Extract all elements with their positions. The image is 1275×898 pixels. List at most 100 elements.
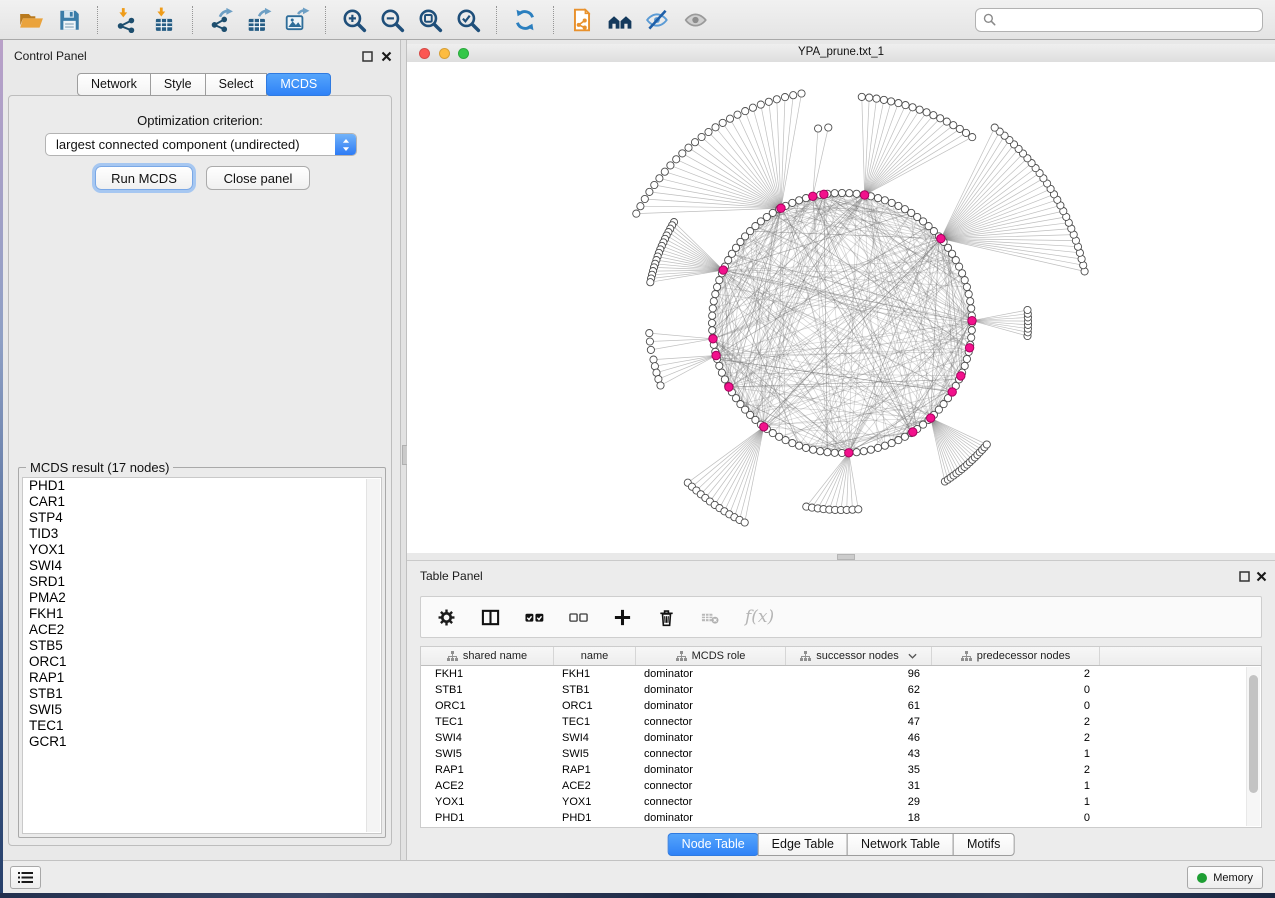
table-cell[interactable]: 2 (932, 716, 1100, 728)
graph-satellite-node[interactable] (858, 93, 865, 100)
run-mcds-button[interactable]: Run MCDS (95, 166, 193, 190)
graph-mcds-hub-node[interactable] (760, 423, 768, 431)
table-cell[interactable]: 29 (786, 796, 932, 808)
graph-satellite-node[interactable] (734, 111, 741, 118)
zoom-out-button[interactable] (374, 4, 410, 36)
graph-satellite-node[interactable] (943, 118, 950, 125)
mcds-result-item[interactable]: STB5 (23, 638, 381, 654)
mcds-result-item[interactable]: GCR1 (23, 734, 381, 750)
graph-node[interactable] (956, 263, 963, 270)
zoom-in-button[interactable] (336, 4, 372, 36)
graph-mcds-hub-node[interactable] (937, 234, 945, 242)
graph-node[interactable] (881, 197, 888, 204)
graph-mcds-hub-node[interactable] (860, 191, 868, 199)
graph-mcds-hub-node[interactable] (927, 414, 935, 422)
graph-mcds-hub-node[interactable] (809, 192, 817, 200)
graph-node[interactable] (802, 444, 809, 451)
graph-node[interactable] (965, 291, 972, 298)
graph-node[interactable] (831, 190, 838, 197)
tab-network[interactable]: Network (77, 73, 151, 96)
save-session-button[interactable] (51, 4, 87, 36)
table-cell[interactable]: 1 (932, 780, 1100, 792)
table-cell[interactable]: dominator (636, 732, 786, 744)
graph-satellite-node[interactable] (673, 156, 680, 163)
graph-satellite-node[interactable] (646, 188, 653, 195)
graph-satellite-node[interactable] (657, 382, 664, 389)
graph-satellite-node[interactable] (888, 98, 895, 105)
graph-satellite-node[interactable] (742, 108, 749, 115)
close-panel-icon[interactable] (380, 50, 393, 63)
graph-node[interactable] (860, 448, 867, 455)
search-input[interactable] (1001, 12, 1255, 28)
table-row[interactable]: YOX1YOX1connector291 (421, 794, 1261, 810)
graph-satellite-node[interactable] (902, 102, 909, 109)
graph-satellite-node[interactable] (698, 133, 705, 140)
graph-node[interactable] (725, 257, 732, 264)
graph-mcds-hub-node[interactable] (968, 317, 976, 325)
table-cell[interactable]: FKH1 (421, 668, 554, 680)
horizontal-splitter[interactable] (407, 553, 1275, 560)
graph-node[interactable] (789, 440, 796, 447)
graph-node[interactable] (881, 442, 888, 449)
table-row[interactable]: SWI5SWI5connector431 (421, 746, 1261, 762)
mcds-result-item[interactable]: SRD1 (23, 574, 381, 590)
select-all-columns-icon[interactable] (525, 608, 544, 627)
hide-selected-icon[interactable] (640, 4, 676, 36)
graph-node[interactable] (895, 437, 902, 444)
first-neighbors-icon[interactable] (602, 4, 638, 36)
table-cell[interactable]: 62 (786, 684, 932, 696)
graph-node[interactable] (963, 355, 970, 362)
export-network-button[interactable] (203, 4, 239, 36)
column-header-MCDS-role[interactable]: MCDS role (636, 647, 786, 665)
import-network-button[interactable] (108, 4, 144, 36)
graph-mcds-hub-node[interactable] (965, 344, 973, 352)
graph-satellite-node[interactable] (685, 144, 692, 151)
export-image-button[interactable] (279, 4, 315, 36)
mcds-result-item[interactable]: ACE2 (23, 622, 381, 638)
mcds-result-item[interactable]: PHD1 (23, 478, 381, 494)
graph-satellite-node[interactable] (650, 356, 657, 363)
graph-node[interactable] (846, 190, 853, 197)
graph-mcds-hub-node[interactable] (909, 428, 917, 436)
graph-node[interactable] (721, 376, 728, 383)
graph-satellite-node[interactable] (726, 115, 733, 122)
table-cell[interactable]: connector (636, 716, 786, 728)
mcds-result-item[interactable]: ORC1 (23, 654, 381, 670)
tab-select[interactable]: Select (205, 73, 268, 96)
tab-edge-table[interactable]: Edge Table (758, 833, 848, 856)
graph-satellite-node[interactable] (825, 124, 832, 131)
graph-satellite-node[interactable] (646, 338, 653, 345)
graph-node[interactable] (963, 283, 970, 290)
table-cell[interactable]: connector (636, 796, 786, 808)
table-cell[interactable]: SWI5 (554, 748, 636, 760)
graph-satellite-node[interactable] (719, 119, 726, 126)
show-columns-icon[interactable] (481, 608, 500, 627)
table-row[interactable]: RAP1RAP1dominator352 (421, 762, 1261, 778)
graph-node[interactable] (959, 270, 966, 277)
table-settings-gear-icon[interactable] (437, 608, 456, 627)
graph-node[interactable] (853, 190, 860, 197)
graph-node[interactable] (853, 449, 860, 456)
table-scrollbar[interactable] (1246, 667, 1260, 826)
tab-motifs[interactable]: Motifs (953, 833, 1014, 856)
table-cell[interactable]: dominator (636, 700, 786, 712)
graph-satellite-node[interactable] (641, 195, 648, 202)
export-table-button[interactable] (241, 4, 277, 36)
table-row[interactable]: ORC1ORC1dominator610 (421, 698, 1261, 714)
graph-node[interactable] (961, 277, 968, 284)
table-cell[interactable]: 18 (786, 812, 932, 824)
memory-button[interactable]: Memory (1187, 866, 1263, 889)
table-cell[interactable]: ACE2 (421, 780, 554, 792)
mcds-result-item[interactable]: TID3 (23, 526, 381, 542)
graph-node[interactable] (776, 433, 783, 440)
open-file-button[interactable] (13, 4, 49, 36)
table-cell[interactable]: YOX1 (421, 796, 554, 808)
column-header-predecessor-nodes[interactable]: predecessor nodes (932, 647, 1100, 665)
graph-satellite-node[interactable] (656, 175, 663, 182)
graph-satellite-node[interactable] (930, 112, 937, 119)
graph-mcds-hub-node[interactable] (712, 351, 720, 359)
graph-satellite-node[interactable] (956, 125, 963, 132)
column-header-shared-name[interactable]: shared name (421, 647, 554, 665)
deselect-all-columns-icon[interactable] (569, 608, 588, 627)
mcds-result-item[interactable]: STB1 (23, 686, 381, 702)
